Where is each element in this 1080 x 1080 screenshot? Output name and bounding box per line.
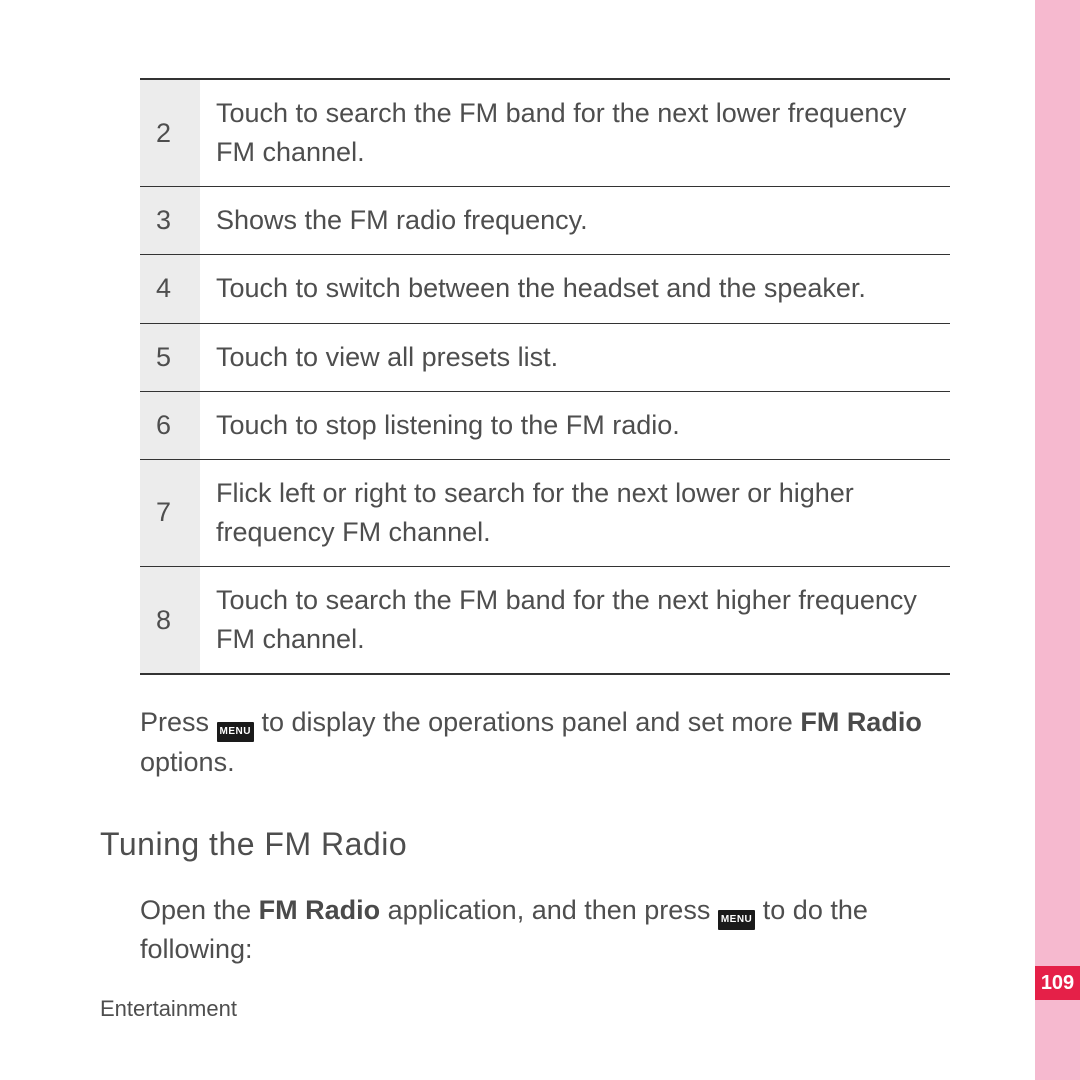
row-description: Touch to search the FM band for the next… (200, 79, 950, 187)
menu-icon: MENU (217, 722, 254, 742)
table-row: 2 Touch to search the FM band for the ne… (140, 79, 950, 187)
row-number: 6 (140, 391, 200, 459)
row-description: Touch to switch between the headset and … (200, 255, 950, 323)
table-row: 6 Touch to stop listening to the FM radi… (140, 391, 950, 459)
section-heading-tuning: Tuning the FM Radio (100, 826, 980, 863)
row-description: Touch to search the FM band for the next… (200, 567, 950, 675)
text: application, and then press (380, 895, 718, 925)
row-description: Touch to stop listening to the FM radio. (200, 391, 950, 459)
text: to display the operations panel and set … (254, 707, 800, 737)
side-tab: 109 (1035, 0, 1080, 1080)
tuning-intro-paragraph: Open the FM Radio application, and then … (140, 891, 950, 969)
row-description: Touch to view all presets list. (200, 323, 950, 391)
row-number: 2 (140, 79, 200, 187)
text: Open the (140, 895, 259, 925)
table-row: 4 Touch to switch between the headset an… (140, 255, 950, 323)
operations-panel-note: Press MENU to display the operations pan… (140, 703, 950, 781)
row-description: Shows the FM radio frequency. (200, 187, 950, 255)
menu-icon: MENU (718, 910, 755, 930)
table-row: 3 Shows the FM radio frequency. (140, 187, 950, 255)
table-row: 7 Flick left or right to search for the … (140, 459, 950, 566)
text: Press (140, 707, 217, 737)
row-number: 8 (140, 567, 200, 675)
text: options. (140, 747, 235, 777)
table-row: 5 Touch to view all presets list. (140, 323, 950, 391)
row-number: 7 (140, 459, 200, 566)
row-number: 4 (140, 255, 200, 323)
row-number: 3 (140, 187, 200, 255)
page-content: 2 Touch to search the FM band for the ne… (100, 0, 980, 1080)
fm-radio-controls-table: 2 Touch to search the FM band for the ne… (140, 78, 950, 675)
bold-text: FM Radio (800, 707, 922, 737)
row-description: Flick left or right to search for the ne… (200, 459, 950, 566)
bold-text: FM Radio (259, 895, 381, 925)
chapter-footer: Entertainment (100, 996, 237, 1022)
row-number: 5 (140, 323, 200, 391)
page-number-badge: 109 (1035, 966, 1080, 1000)
table-row: 8 Touch to search the FM band for the ne… (140, 567, 950, 675)
